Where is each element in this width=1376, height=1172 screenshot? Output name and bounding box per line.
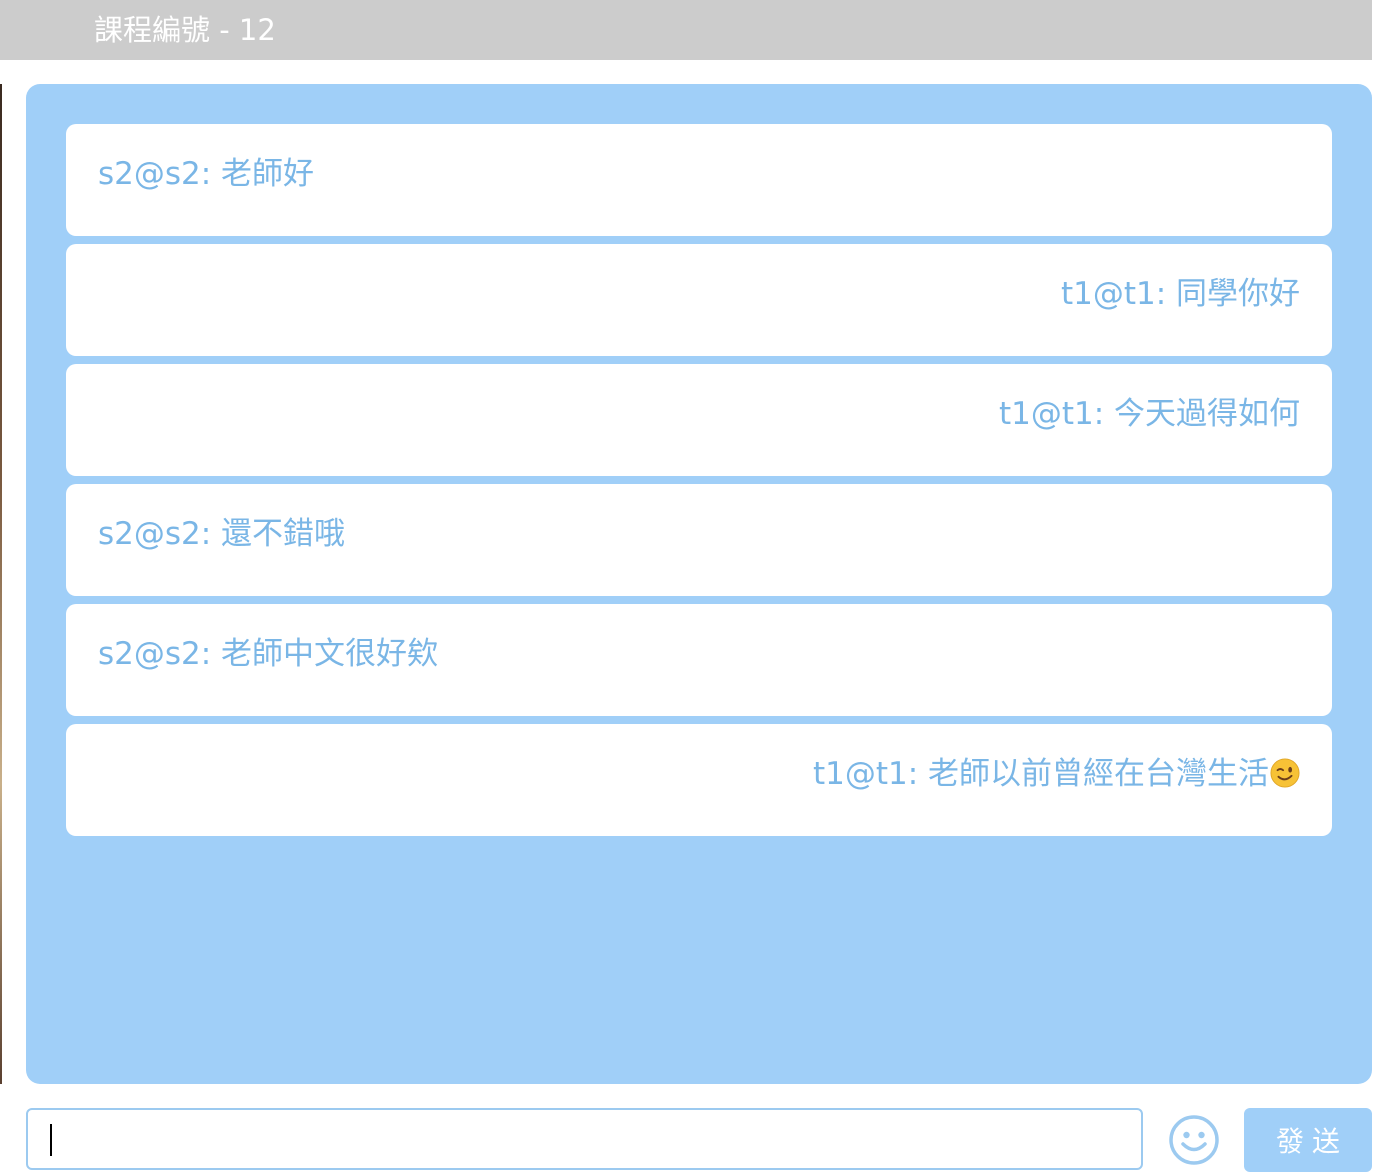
message-text: t1@t1: 同學你好 [1060, 276, 1300, 312]
message-text: s2@s2: 還不錯哦 [98, 516, 346, 552]
message-text: s2@s2: 老師中文很好欸 [98, 636, 439, 672]
header-bar: 課程編號 - 12 [0, 0, 1372, 60]
message-text: s2@s2: 老師好 [98, 156, 315, 192]
chat-message: t1@t1: 今天過得如何 [66, 364, 1332, 476]
message-input[interactable] [26, 1108, 1143, 1170]
send-button[interactable]: 發送 [1244, 1108, 1372, 1172]
message-text-with-emoji: t1@t1: 老師以前曾經在台灣生活 [813, 754, 1300, 794]
chat-message: t1@t1: 老師以前曾經在台灣生活 [66, 724, 1332, 836]
chat-panel: s2@s2: 老師好 t1@t1: 同學你好 t1@t1: 今天過得如何 s2@… [26, 84, 1372, 1084]
course-title: 課程編號 - 12 [94, 13, 276, 47]
chat-message: s2@s2: 老師好 [66, 124, 1332, 236]
background-edge [0, 84, 2, 1084]
winking-face-icon [1270, 758, 1300, 788]
chat-message: s2@s2: 老師中文很好欸 [66, 604, 1332, 716]
chat-message: t1@t1: 同學你好 [66, 244, 1332, 356]
smiley-icon[interactable] [1168, 1114, 1220, 1166]
text-caret [50, 1124, 52, 1156]
message-text: t1@t1: 老師以前曾經在台灣生活 [812, 756, 1269, 792]
message-text: t1@t1: 今天過得如何 [998, 396, 1300, 432]
chat-message: s2@s2: 還不錯哦 [66, 484, 1332, 596]
